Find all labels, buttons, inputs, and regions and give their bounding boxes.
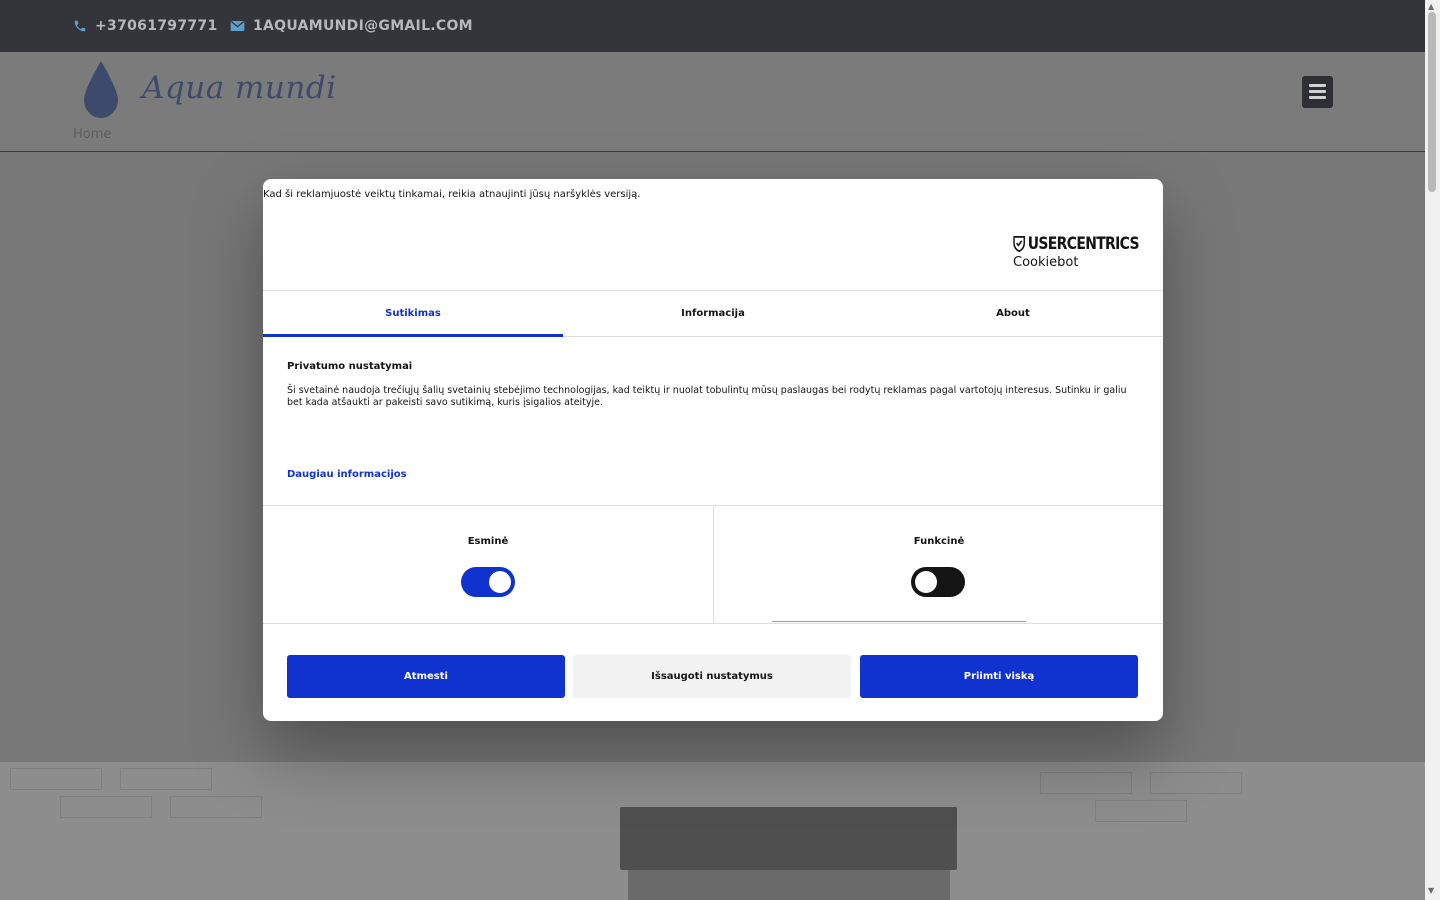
- tab-label: About: [996, 308, 1030, 319]
- shield-check-icon: [1013, 236, 1025, 252]
- reject-button[interactable]: Atmesti: [287, 655, 565, 698]
- hamburger-line: [1309, 90, 1326, 93]
- tab-about[interactable]: About: [863, 291, 1163, 336]
- toggle-group-functional: Funkcinė: [713, 506, 1163, 623]
- water-drop-logo-icon[interactable]: [82, 61, 120, 119]
- brick-pattern: [170, 796, 262, 818]
- essential-toggle-switch[interactable]: [461, 567, 515, 597]
- toggle-scroll-indicator: [772, 621, 1026, 622]
- toggle-knob: [489, 571, 511, 593]
- envelope-icon: [230, 21, 245, 31]
- range-hood-image: [620, 807, 957, 870]
- tab-label: Sutikimas: [385, 308, 441, 319]
- privacy-settings-title: Privatumo nustatymai: [287, 361, 413, 372]
- menu-toggle-button[interactable]: [1302, 76, 1333, 108]
- phone-contact[interactable]: +37061797771: [73, 16, 217, 36]
- tab-label: Informacija: [681, 308, 745, 319]
- hero-image: [0, 762, 1425, 900]
- consent-toggles: Esminė Funkcinė: [263, 505, 1163, 624]
- phone-icon: [74, 20, 86, 32]
- appliance-base: [628, 870, 950, 900]
- toggle-knob: [915, 571, 937, 593]
- toggle-label-essential: Esminė: [467, 536, 509, 547]
- email-address[interactable]: 1AQUAMUNDI@GMAIL.COM: [253, 18, 473, 34]
- brick-pattern: [120, 768, 212, 790]
- consent-tabs: Sutikimas Informacija About: [263, 290, 1163, 337]
- active-tab-indicator: [263, 334, 563, 337]
- functional-toggle-switch[interactable]: [911, 567, 965, 597]
- brick-pattern: [60, 796, 152, 818]
- cookiebot-logo-bottom-text: Cookiebot: [1013, 255, 1079, 270]
- hamburger-line: [1309, 84, 1326, 87]
- hamburger-line: [1309, 96, 1326, 99]
- breadcrumb-home[interactable]: Home: [73, 127, 111, 142]
- cookiebot-logo-top-text: USERCENTRICS: [1027, 234, 1140, 254]
- scroll-up-arrow-icon[interactable]: ▲: [1428, 2, 1434, 11]
- brick-pattern: [1040, 772, 1132, 794]
- brick-pattern: [1150, 772, 1242, 794]
- tab-sutikimas[interactable]: Sutikimas: [263, 291, 563, 337]
- consent-content: Privatumo nustatymai Ši svetainė naudoja…: [287, 361, 1142, 409]
- cookiebot-logo[interactable]: USERCENTRICS Cookiebot: [1013, 234, 1163, 270]
- accept-all-button[interactable]: Priimti viską: [860, 655, 1138, 698]
- toggle-label-functional: Funkcinė: [913, 536, 965, 547]
- privacy-settings-text: Ši svetainė naudoja trečiųjų šalių sveta…: [287, 385, 1127, 408]
- browser-update-notice: Kad ši reklamjuostė veiktų tinkamai, rei…: [263, 189, 641, 200]
- save-settings-button[interactable]: Išsaugoti nustatymus: [573, 655, 851, 698]
- email-contact[interactable]: 1AQUAMUNDI@GMAIL.COM: [230, 16, 473, 36]
- site-header: Aqua mundi Home: [0, 52, 1425, 152]
- more-info-link[interactable]: Daugiau informacijos: [287, 469, 407, 480]
- toggle-group-essential: Esminė: [263, 506, 713, 623]
- scrollbar-thumb[interactable]: [1428, 12, 1436, 192]
- brick-pattern: [10, 768, 102, 790]
- brand-logo-text[interactable]: Aqua mundi: [142, 70, 337, 106]
- top-contact-bar: +37061797771 1AQUAMUNDI@GMAIL.COM: [0, 0, 1425, 52]
- tab-informacija[interactable]: Informacija: [563, 291, 863, 336]
- cookie-consent-dialog: Kad ši reklamjuostė veiktų tinkamai, rei…: [263, 179, 1163, 721]
- scroll-down-arrow-icon[interactable]: ▼: [1428, 886, 1434, 895]
- brick-pattern: [1095, 800, 1187, 822]
- phone-number[interactable]: +37061797771: [95, 18, 217, 34]
